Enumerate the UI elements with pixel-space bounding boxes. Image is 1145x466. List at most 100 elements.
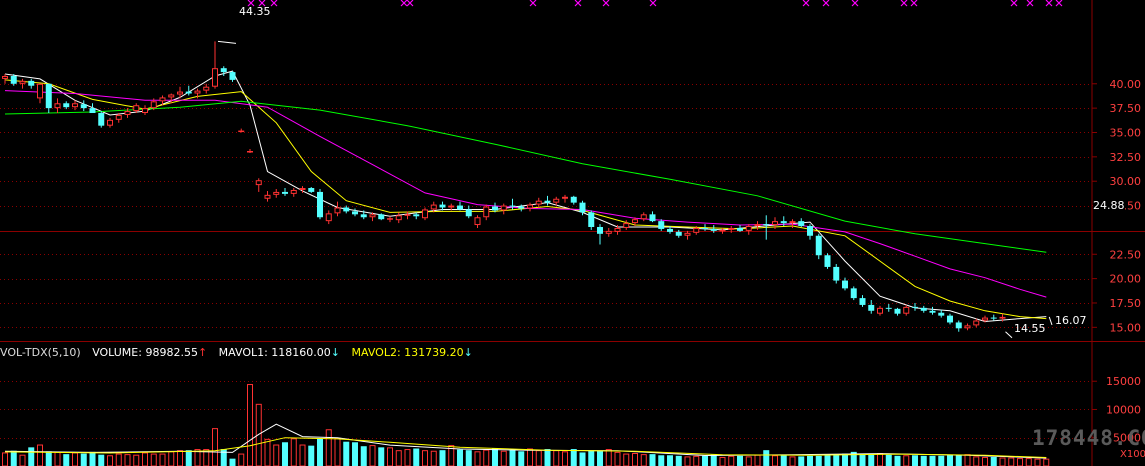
volume-bar-down	[579, 452, 586, 466]
candle-body-down	[675, 231, 682, 236]
volume-bar-up	[999, 457, 1006, 466]
candle-body-down	[990, 317, 997, 319]
candle-body-up	[877, 307, 883, 314]
volume-bar-down	[833, 454, 840, 466]
candle-body-down	[229, 72, 236, 80]
candle-body-down	[45, 83, 52, 109]
event-marker-icon	[1055, 0, 1063, 7]
candle-body-up	[334, 207, 341, 214]
volume-bar-up	[107, 455, 113, 466]
candle-body-up	[107, 119, 113, 126]
volume-bar-down	[859, 453, 866, 466]
candle-body-up	[614, 227, 621, 232]
volume-bar-down	[413, 448, 420, 466]
candle-body-down	[10, 75, 17, 84]
volume-arrow-icon: ↑	[197, 346, 208, 359]
candle-body-up	[483, 206, 490, 218]
candle-body-up	[693, 227, 700, 233]
candle-body-down	[859, 298, 866, 305]
candle-body-down	[868, 304, 875, 311]
volume-bar-up	[964, 454, 971, 466]
candle-body-up	[133, 105, 140, 112]
candle-body-up	[387, 218, 393, 220]
volume-bar-up	[115, 453, 122, 466]
candle-body-down	[763, 224, 770, 226]
volume-bar-up	[605, 449, 612, 466]
candle-body-up	[527, 204, 533, 209]
volume-bar-down	[570, 449, 577, 466]
event-marker-icon	[851, 0, 859, 7]
volume-bar-down	[282, 442, 288, 466]
candle-body-up	[535, 200, 542, 205]
volume-bar-up	[877, 453, 883, 466]
candle-body-down	[597, 226, 603, 234]
volume-bar-down	[544, 449, 551, 466]
candle-body-down	[710, 228, 717, 231]
stock-chart-window: 40.00 37.50 35.00 32.50 30.00 27.50 22.50 20.00…	[0, 0, 1145, 466]
volume-bar-up	[745, 456, 752, 466]
volume-bar-up	[404, 449, 411, 466]
candle-body-up	[772, 221, 778, 226]
candle-body-down	[352, 211, 358, 215]
volume-bar-down	[63, 454, 70, 466]
volume-bar-down	[929, 455, 936, 466]
candle-body-up	[903, 306, 910, 314]
candle-body-down	[457, 205, 463, 210]
volume-bar-up	[474, 451, 481, 466]
candle-body-down	[842, 280, 848, 289]
candle-body-down	[518, 206, 525, 209]
price-tick-label: 37.50	[1110, 102, 1142, 115]
volume-unit-label: X100	[1120, 449, 1145, 460]
candlestick-volume-chart[interactable]: 40.0037.5035.0032.5030.0027.5022.5020.00…	[0, 0, 1145, 466]
candle-body-up	[999, 316, 1006, 319]
price-tick-label: 20.00	[1110, 273, 1142, 286]
volume-bar-down	[885, 454, 892, 466]
candle-body-down	[378, 214, 385, 220]
volume-bar-up	[177, 450, 183, 466]
candle-body-down	[780, 221, 787, 224]
volume-bar-up	[299, 444, 306, 466]
volume-bar-down	[798, 456, 805, 466]
candle-body-up	[37, 83, 43, 99]
candle-body-up	[640, 214, 647, 220]
volume-bar-up	[422, 450, 428, 466]
volume-bar-down	[439, 450, 446, 466]
volume-bar-up	[54, 451, 61, 466]
volume-bar-down	[955, 454, 962, 466]
candle-body-down	[89, 108, 96, 114]
candle-body-down	[649, 214, 656, 222]
candle-body-up	[553, 198, 560, 203]
candle-body-up	[177, 91, 183, 95]
volume-bar-up	[614, 451, 621, 466]
volume-bar-up	[973, 456, 980, 466]
volume-bar-down	[308, 445, 315, 466]
candle-body-up	[789, 221, 796, 224]
volume-bar-up	[37, 444, 43, 466]
volume-bar-up	[150, 453, 157, 466]
volume-bar-down	[343, 441, 350, 466]
volume-bar-up	[982, 456, 988, 466]
volume-bar-down	[658, 455, 665, 466]
volume-bar-down	[842, 453, 848, 466]
candle-body-up	[290, 189, 297, 194]
volume-bar-up	[623, 453, 630, 466]
volume-bar-up	[124, 454, 131, 466]
mavol1-line	[4, 423, 1047, 459]
volume-bar-up	[1043, 458, 1050, 466]
candle-body-down	[920, 307, 927, 311]
volume-bar-down	[990, 456, 997, 466]
indicator-name: VOL-TDX(5,10)	[0, 346, 81, 359]
candle-body-up	[115, 114, 122, 120]
candle-body-up	[72, 103, 78, 108]
volume-bar-up	[212, 428, 218, 466]
candle-body-up	[255, 180, 262, 186]
candle-body-up	[159, 97, 166, 102]
candle-body-down	[815, 235, 822, 256]
volume-bar-down	[185, 450, 192, 466]
volume-bar-down	[492, 448, 498, 466]
last-price-label: 16.07	[1055, 314, 1087, 327]
candle-body-down	[824, 255, 831, 267]
volume-bar-down	[667, 455, 673, 466]
candle-body-up	[964, 325, 971, 329]
watermark-text: 178448.COM	[1032, 426, 1145, 450]
